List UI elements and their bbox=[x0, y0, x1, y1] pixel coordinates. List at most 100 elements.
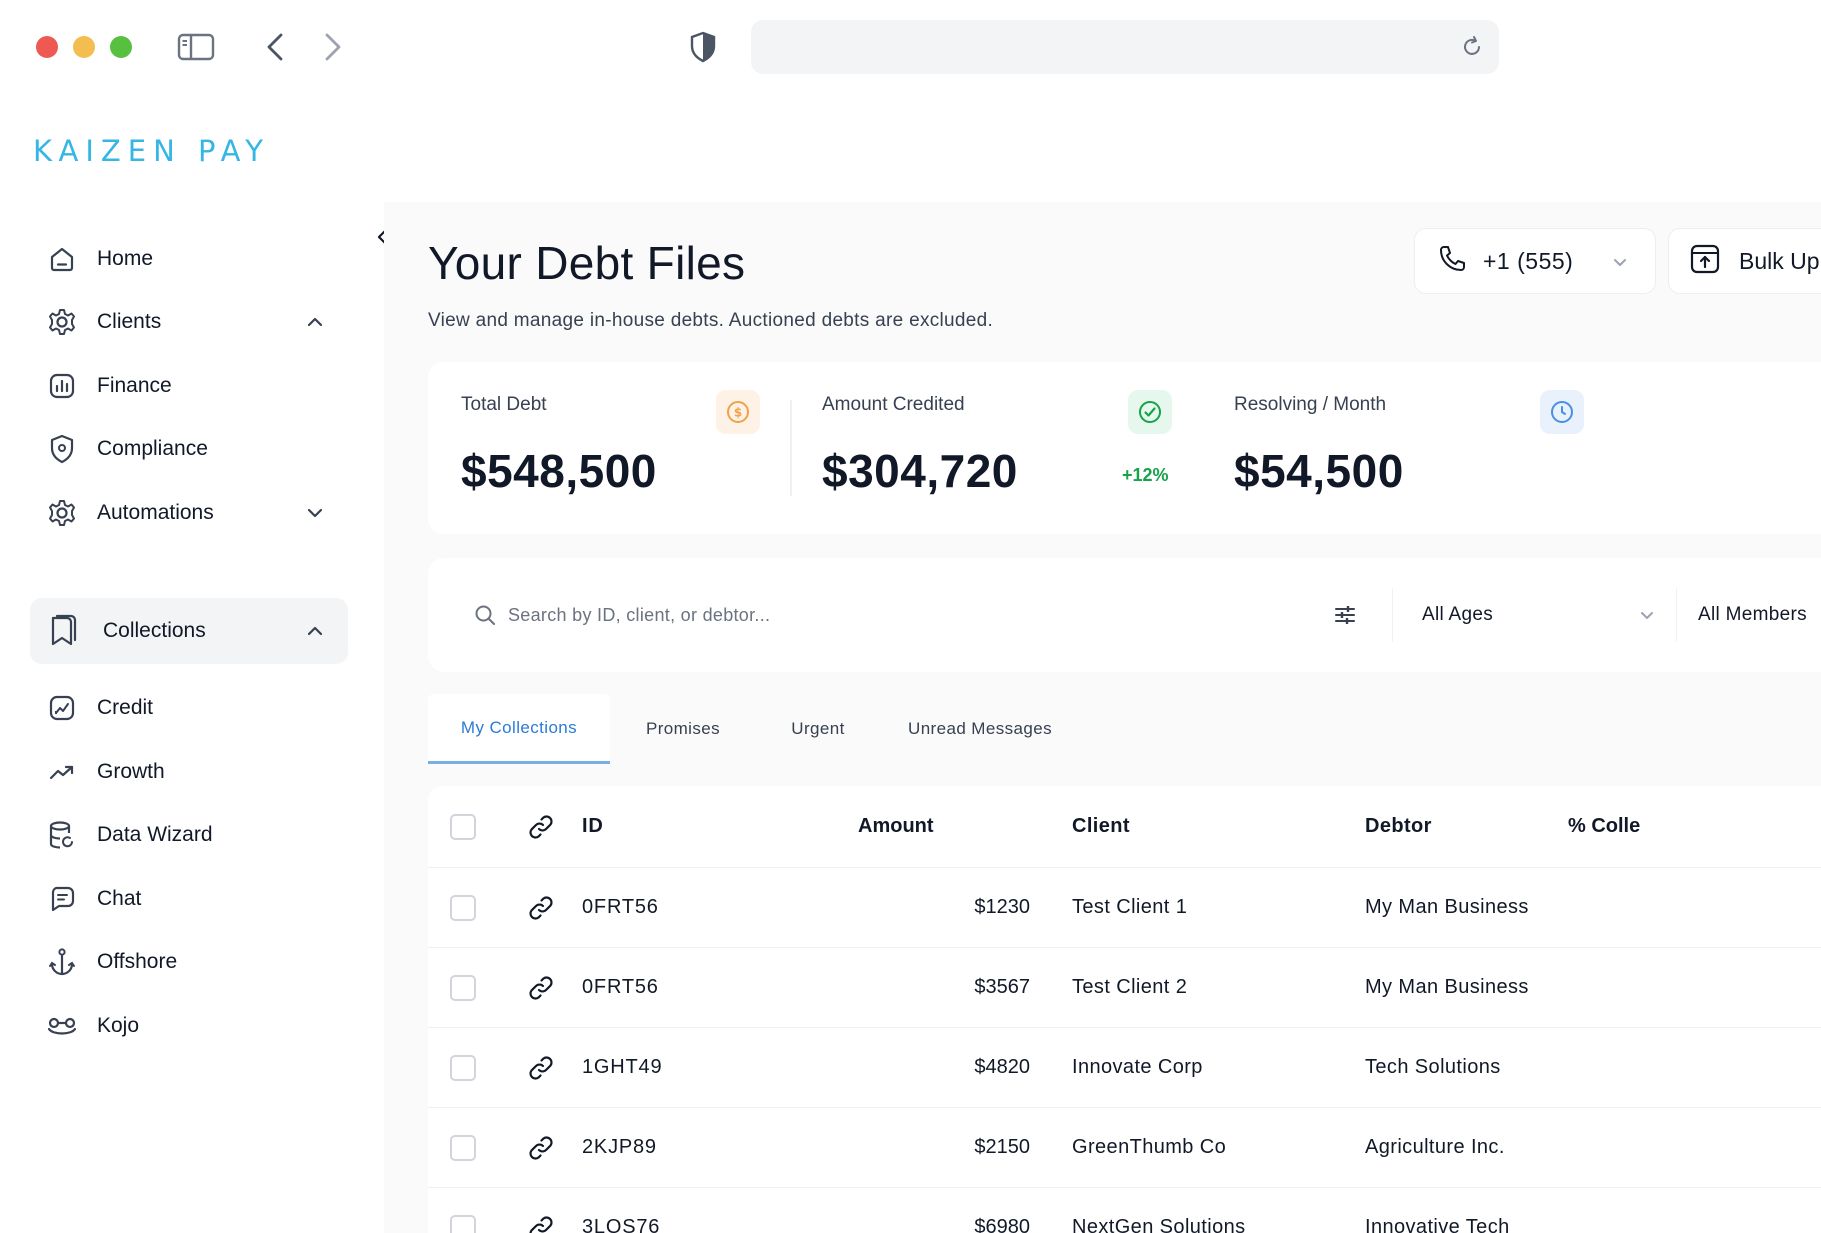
minimize-window-button[interactable] bbox=[73, 36, 95, 58]
table-row[interactable]: 0FRT56 $3567 Test Client 2 My Man Busine… bbox=[428, 948, 1821, 1028]
row-checkbox-cell bbox=[450, 1188, 476, 1233]
stats-card: Total Debt $548,500 $ Amount Credited $3… bbox=[428, 362, 1821, 534]
home-icon bbox=[46, 243, 78, 275]
sidebar-item-home[interactable]: Home bbox=[30, 226, 348, 292]
reload-icon[interactable] bbox=[1459, 34, 1485, 60]
stat-value: $304,720 bbox=[822, 445, 1018, 497]
column-header-debtor[interactable]: Debtor bbox=[1365, 786, 1432, 867]
filter-divider bbox=[1676, 588, 1677, 642]
cell-amount: $6980 bbox=[974, 1216, 1030, 1233]
row-checkbox[interactable] bbox=[450, 974, 476, 1001]
filter-sliders-icon[interactable] bbox=[1332, 602, 1358, 628]
sidebar-item-label: Growth bbox=[97, 760, 165, 783]
row-checkbox[interactable] bbox=[450, 1134, 476, 1161]
sidebar-item-chat[interactable]: Chat bbox=[30, 866, 348, 932]
sidebar-item-collections[interactable]: Collections bbox=[30, 598, 348, 664]
link-icon bbox=[526, 812, 556, 842]
sidebar: Home Clients Finance Compliance Automati… bbox=[0, 202, 384, 1233]
chevron-up-icon[interactable] bbox=[304, 620, 326, 642]
cell-id: 3LQS76 bbox=[582, 1216, 661, 1233]
sidebar-item-clients[interactable]: Clients bbox=[30, 289, 348, 355]
sidebar-item-kojo[interactable]: Kojo bbox=[30, 993, 348, 1059]
tab-my-collections[interactable]: My Collections bbox=[428, 694, 610, 764]
row-link-cell bbox=[526, 948, 556, 1027]
column-header-id[interactable]: ID bbox=[582, 786, 604, 867]
sidebar-item-finance[interactable]: Finance bbox=[30, 353, 348, 419]
link-icon[interactable] bbox=[526, 1053, 556, 1083]
link-icon[interactable] bbox=[526, 893, 556, 923]
tab-promises[interactable]: Promises bbox=[610, 694, 756, 764]
brand-logo[interactable]: KAIZEN PAY bbox=[33, 134, 270, 168]
row-checkbox[interactable] bbox=[450, 1054, 476, 1081]
bulk-upload-button[interactable]: Bulk Up bbox=[1668, 228, 1821, 294]
browser-window: KAIZEN PAY Home Clients Finance Complian… bbox=[0, 0, 1821, 1233]
tab-urgent[interactable]: Urgent bbox=[756, 694, 880, 764]
sidebar-item-credit[interactable]: Credit bbox=[30, 675, 348, 741]
sidebar-item-label: Finance bbox=[97, 374, 172, 397]
table-row[interactable]: 0FRT56 $1230 Test Client 1 My Man Busine… bbox=[428, 868, 1821, 948]
page-title: Your Debt Files bbox=[428, 237, 746, 289]
chevron-right-icon[interactable] bbox=[320, 28, 346, 66]
stat-total-debt: Total Debt $548,500 $ bbox=[428, 362, 798, 534]
table-row[interactable]: 1GHT49 $4820 Innovate Corp Tech Solution… bbox=[428, 1028, 1821, 1108]
kojo-icon bbox=[46, 1010, 78, 1042]
tab-unread-messages[interactable]: Unread Messages bbox=[880, 694, 1080, 764]
anchor-icon bbox=[46, 946, 78, 978]
sidebar-item-data-wizard[interactable]: Data Wizard bbox=[30, 802, 348, 868]
sidebar-item-label: Automations bbox=[97, 501, 214, 524]
zoom-window-button[interactable] bbox=[110, 36, 132, 58]
sidebar-item-automations[interactable]: Automations bbox=[30, 480, 348, 546]
bulk-upload-label: Bulk Up bbox=[1739, 247, 1820, 274]
cell-id: 2KJP89 bbox=[582, 1136, 657, 1158]
column-header-amount[interactable]: Amount bbox=[848, 786, 934, 867]
sidebar-item-label: Data Wizard bbox=[97, 823, 213, 846]
credit-chart-icon bbox=[46, 692, 78, 724]
row-checkbox[interactable] bbox=[450, 1214, 476, 1233]
cell-id: 0FRT56 bbox=[582, 896, 659, 918]
link-icon[interactable] bbox=[526, 1213, 556, 1233]
link-icon[interactable] bbox=[526, 973, 556, 1003]
sidebar-item-compliance[interactable]: Compliance bbox=[30, 416, 348, 482]
table-row[interactable]: 3LQS76 $6980 NextGen Solutions Innovativ… bbox=[428, 1188, 1821, 1233]
bookmark-icon bbox=[46, 614, 78, 647]
stat-amount-credited: Amount Credited $304,720 +12% bbox=[798, 362, 1188, 534]
cell-client: NextGen Solutions bbox=[1072, 1216, 1246, 1233]
sidebar-item-growth[interactable]: Growth bbox=[30, 739, 348, 805]
filter-divider bbox=[1392, 588, 1393, 642]
gear-icon bbox=[46, 306, 78, 338]
sidebar-item-label: Collections bbox=[103, 619, 206, 642]
member-filter-select[interactable]: All Members bbox=[1698, 598, 1821, 632]
stat-resolving-month: Resolving / Month $54,500 bbox=[1210, 362, 1610, 534]
close-window-button[interactable] bbox=[36, 36, 58, 58]
cell-debtor: Innovative Tech bbox=[1365, 1216, 1510, 1233]
age-filter-select[interactable]: All Ages bbox=[1422, 598, 1656, 632]
table-row[interactable]: 2KJP89 $2150 GreenThumb Co Agriculture I… bbox=[428, 1108, 1821, 1188]
shield-icon[interactable] bbox=[688, 28, 718, 66]
browser-toolbar bbox=[0, 0, 1821, 95]
cell-client: GreenThumb Co bbox=[1072, 1136, 1227, 1158]
chevron-down-icon[interactable] bbox=[304, 502, 326, 524]
stat-trend: +12% bbox=[1122, 465, 1169, 485]
chevron-up-icon[interactable] bbox=[304, 311, 326, 333]
sidebar-item-offshore[interactable]: Offshore bbox=[30, 929, 348, 995]
select-all-checkbox[interactable] bbox=[450, 813, 476, 840]
sidebar-toggle-icon[interactable] bbox=[176, 28, 216, 66]
sidebar-item-label: Kojo bbox=[97, 1014, 140, 1037]
column-header-client[interactable]: Client bbox=[1072, 786, 1130, 867]
page-subtitle: View and manage in-house debts. Auctione… bbox=[428, 310, 994, 331]
debt-table: ID Amount Client Debtor % Colle 0FRT56 $… bbox=[428, 786, 1821, 1233]
cell-amount: $2150 bbox=[974, 1136, 1030, 1158]
search-icon bbox=[472, 602, 498, 628]
cell-debtor: My Man Business bbox=[1365, 976, 1529, 998]
row-checkbox[interactable] bbox=[450, 894, 476, 921]
phone-select-button[interactable]: +1 (555) bbox=[1414, 228, 1656, 294]
cell-debtor: My Man Business bbox=[1365, 896, 1529, 918]
row-checkbox-cell bbox=[450, 868, 476, 947]
chevron-left-icon[interactable] bbox=[262, 28, 288, 66]
dollar-icon: $ bbox=[716, 390, 760, 434]
column-header-percent-collected[interactable]: % Colle bbox=[1568, 786, 1640, 867]
link-icon[interactable] bbox=[526, 1133, 556, 1163]
chat-icon bbox=[46, 883, 78, 915]
address-bar[interactable] bbox=[751, 20, 1499, 74]
search-input[interactable] bbox=[508, 594, 1148, 636]
